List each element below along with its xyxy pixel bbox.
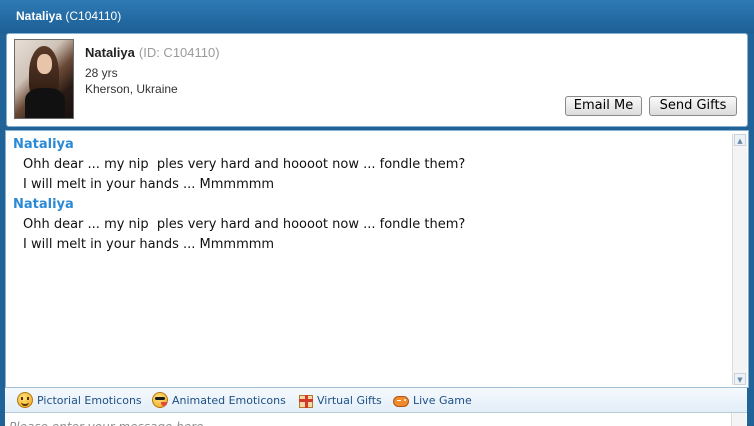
message-list: Nataliya Ohh dear ... my nip ples very h… xyxy=(6,131,730,387)
message-line: Ohh dear ... my nip ples very hard and h… xyxy=(23,157,466,172)
profile-name-line: Nataliya (ID: C104110) xyxy=(85,45,220,60)
tool-label: Live Game xyxy=(413,393,472,407)
message-line: Ohh dear ... my nip ples very hard and h… xyxy=(23,217,466,232)
message-input[interactable] xyxy=(5,413,733,426)
animated-smiley-icon xyxy=(152,392,168,408)
tool-label: Pictorial Emoticons xyxy=(37,393,142,407)
title-id: (C104110) xyxy=(65,9,122,23)
email-me-button[interactable]: Email Me xyxy=(565,96,642,116)
animated-emoticons-button[interactable]: Animated Emoticons xyxy=(152,391,286,409)
message-sender: Nataliya xyxy=(13,197,74,212)
chat-window: Nataliya (C104110) Nataliya (ID: C104110)… xyxy=(0,0,754,426)
smiley-icon xyxy=(17,392,33,408)
virtual-gifts-button[interactable]: Virtual Gifts xyxy=(299,391,382,409)
chat-scrollbar[interactable]: ▲ ▼ xyxy=(732,134,747,385)
profile-name: Nataliya xyxy=(85,45,135,60)
chat-toolbar: Pictorial Emoticons Animated Emoticons V… xyxy=(5,387,747,412)
profile-age: 28 yrs xyxy=(85,66,118,80)
profile-id: (ID: C104110) xyxy=(138,45,220,60)
window-title: Nataliya (C104110) xyxy=(16,9,121,23)
title-name: Nataliya xyxy=(16,9,63,23)
send-gifts-button[interactable]: Send Gifts xyxy=(649,96,737,116)
message-input-area xyxy=(5,412,747,426)
message-line: I will melt in your hands ... Mmmmmm xyxy=(23,177,275,192)
scroll-up-icon[interactable]: ▲ xyxy=(734,134,746,146)
live-game-button[interactable]: Live Game xyxy=(393,391,472,409)
profile-location: Kherson, Ukraine xyxy=(85,82,178,96)
tool-label: Virtual Gifts xyxy=(317,393,382,407)
profile-panel: Nataliya (ID: C104110) 28 yrs Kherson, Uk… xyxy=(6,33,748,127)
input-scrollbar[interactable] xyxy=(731,413,746,426)
title-bar: Nataliya (C104110) xyxy=(0,0,754,33)
pictorial-emoticons-button[interactable]: Pictorial Emoticons xyxy=(17,391,142,409)
profile-photo[interactable] xyxy=(14,39,74,119)
message-sender: Nataliya xyxy=(13,137,74,152)
gift-icon xyxy=(299,394,313,408)
chat-log: Nataliya Ohh dear ... my nip ples very h… xyxy=(5,130,749,388)
scroll-down-icon[interactable]: ▼ xyxy=(734,373,746,385)
message-line: I will melt in your hands ... Mmmmmm xyxy=(23,237,275,252)
gamepad-icon xyxy=(393,396,409,407)
tool-label: Animated Emoticons xyxy=(172,393,286,407)
